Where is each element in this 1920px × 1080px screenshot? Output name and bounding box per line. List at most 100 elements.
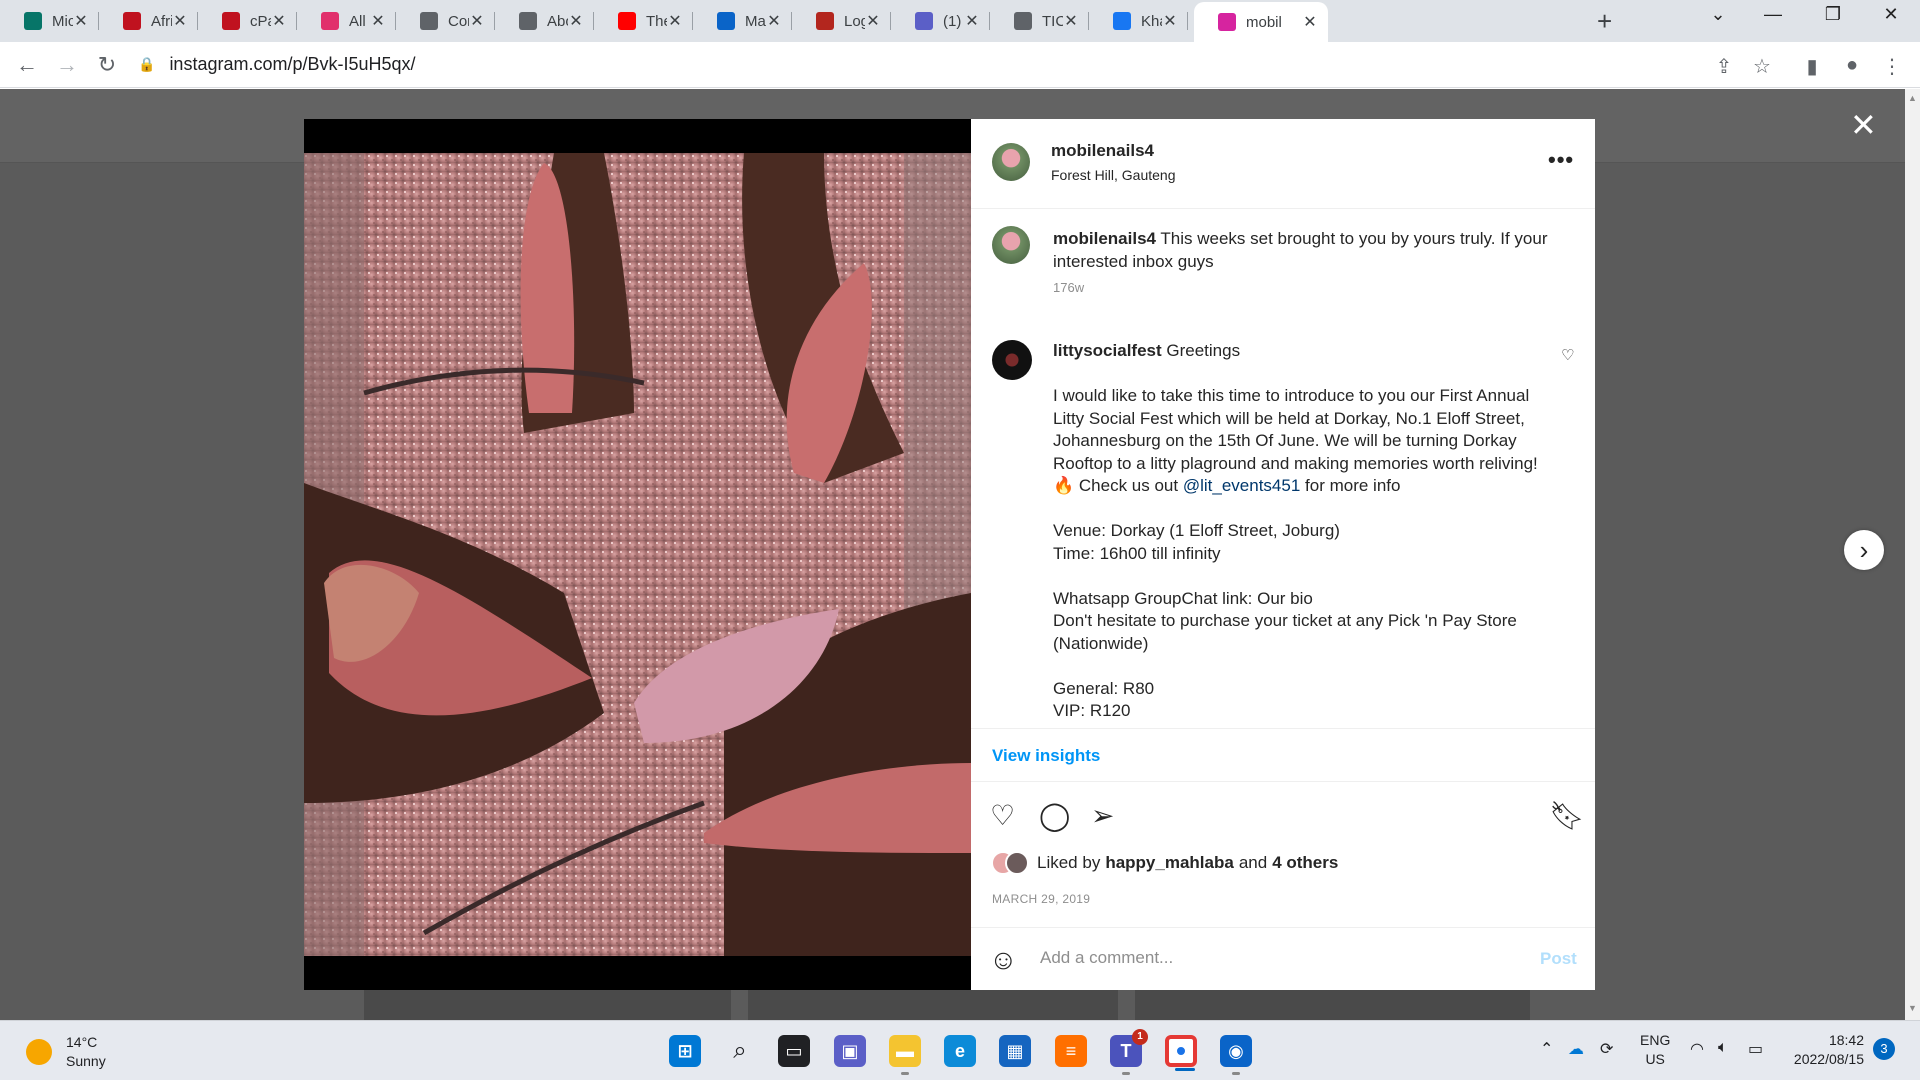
tab-close-icon[interactable]: ✕	[73, 11, 89, 31]
post-comment-button[interactable]: Post	[1540, 949, 1577, 969]
tab-close-icon[interactable]: ✕	[172, 11, 188, 31]
onedrive-icon[interactable]: ☁	[1568, 1039, 1584, 1059]
menu-icon[interactable]: ⋮	[1880, 54, 1904, 79]
tab-close-icon[interactable]: ✕	[271, 11, 287, 31]
comment-username[interactable]: littysocialfest	[1053, 341, 1162, 360]
view-insights-link[interactable]: View insights	[992, 746, 1100, 766]
chat-icon[interactable]: ▣	[834, 1035, 866, 1067]
browser-tab[interactable]: cPanel✕	[198, 4, 297, 38]
browser-tab[interactable]: Mail -✕	[693, 4, 792, 38]
tab-close-icon[interactable]: ✕	[766, 11, 782, 31]
language-indicator[interactable]: ENG US	[1640, 1031, 1670, 1069]
browser-tab[interactable]: About✕	[495, 4, 594, 38]
file-explorer-icon[interactable]: ▬	[889, 1035, 921, 1075]
tab-title: The W	[646, 12, 667, 30]
side-panel-icon[interactable]: ▮	[1800, 54, 1824, 79]
back-button[interactable]: ←	[13, 52, 41, 78]
comments-list[interactable]: mobilenails4 This weeks set brought to y…	[971, 210, 1595, 728]
tab-close-icon[interactable]: ✕	[1162, 11, 1178, 31]
browser-tab[interactable]: Conta✕	[396, 4, 495, 38]
browser-tab[interactable]: Login✕	[792, 4, 891, 38]
avatar[interactable]	[992, 226, 1030, 264]
caption-timestamp[interactable]: 176w	[1053, 280, 1084, 295]
browser-tab[interactable]: All Site✕	[297, 4, 396, 38]
reload-button[interactable]: ↻	[93, 52, 121, 78]
comment-whatsapp: Whatsapp GroupChat link: Our bio	[1053, 588, 1313, 608]
share-icon[interactable]: ➢	[1091, 799, 1114, 832]
comment-venue: Venue: Dorkay (1 Eloff Street, Joburg)	[1053, 521, 1340, 540]
url-text[interactable]: instagram.com/p/Bvk-I5uH5qx/	[169, 54, 415, 75]
comment-mention-link[interactable]: @lit_events451	[1183, 476, 1300, 495]
battery-icon[interactable]: ▭	[1748, 1039, 1763, 1059]
browser-tab[interactable]: mobil ✕	[1194, 2, 1328, 42]
tab-close-icon[interactable]: ✕	[469, 11, 485, 31]
restore-button[interactable]: ❐	[1810, 4, 1856, 25]
tab-close-icon[interactable]: ✕	[370, 11, 386, 31]
scroll-up-icon[interactable]: ▲	[1908, 93, 1917, 103]
more-options-icon[interactable]: •••	[1548, 147, 1574, 173]
caption-username[interactable]: mobilenails4	[1053, 229, 1156, 248]
tab-close-icon[interactable]: ✕	[1302, 12, 1318, 32]
tab-close-icon[interactable]: ✕	[568, 11, 584, 31]
comment-like-icon[interactable]: ♡	[1561, 346, 1574, 364]
tab-close-icon[interactable]: ✕	[1063, 11, 1079, 31]
edge-icon[interactable]: e	[944, 1035, 976, 1067]
liked-by-others[interactable]: 4 others	[1272, 853, 1338, 873]
app-icon[interactable]: ≡	[1055, 1035, 1087, 1067]
browser-tab[interactable]: The W✕	[594, 4, 693, 38]
tab-close-icon[interactable]: ✕	[865, 11, 881, 31]
task-view-icon[interactable]: ▭	[778, 1035, 810, 1067]
wifi-icon[interactable]: ◠	[1690, 1039, 1704, 1059]
profile-icon[interactable]: ●	[1840, 54, 1864, 77]
start-icon[interactable]: ⊞	[669, 1035, 701, 1067]
address-bar[interactable]: 🔒 instagram.com/p/Bvk-I5uH5qx/	[138, 46, 1838, 82]
scrollbar[interactable]: ▲ ▼	[1905, 89, 1920, 1020]
post-location[interactable]: Forest Hill, Gauteng	[1051, 167, 1176, 183]
grid-thumbnail[interactable]	[1135, 989, 1530, 1020]
weather-widget[interactable]: 14°C Sunny	[26, 1033, 106, 1071]
post-date[interactable]: MARCH 29, 2019	[992, 892, 1090, 906]
volume-icon[interactable]: 🔈︎	[1718, 1039, 1728, 1057]
tab-close-icon[interactable]: ✕	[964, 11, 980, 31]
browser-tab[interactable]: TICKE✕	[990, 4, 1089, 38]
show-hidden-icons[interactable]: ⌃	[1540, 1039, 1553, 1059]
close-window-button[interactable]: ✕	[1868, 4, 1914, 25]
chat-app-icon[interactable]: ◉	[1220, 1035, 1252, 1075]
next-post-button[interactable]: ›	[1844, 530, 1884, 570]
store-icon[interactable]: ▦	[999, 1035, 1031, 1067]
tab-search-icon[interactable]: ⌄	[1695, 4, 1741, 25]
chrome-icon[interactable]	[1165, 1035, 1197, 1071]
browser-tab[interactable]: Khany✕	[1089, 4, 1188, 38]
forward-button[interactable]: →	[53, 52, 81, 78]
like-icon[interactable]: ♡	[990, 799, 1015, 832]
search-icon[interactable]: ⌕	[724, 1035, 756, 1067]
bookmark-star-icon[interactable]: ☆	[1750, 54, 1774, 79]
sync-icon[interactable]: ⟳	[1600, 1039, 1613, 1059]
browser-tab[interactable]: Micro✕	[0, 4, 99, 38]
browser-tab[interactable]: Afriho✕	[99, 4, 198, 38]
comment-input[interactable]	[1040, 940, 1510, 976]
avatar[interactable]	[992, 340, 1032, 380]
grid-thumbnail[interactable]	[364, 989, 731, 1020]
teams-icon[interactable]: T 1	[1110, 1029, 1148, 1075]
avatar[interactable]	[992, 143, 1030, 181]
post-media[interactable]	[304, 119, 971, 990]
comment-icon[interactable]: ◯	[1039, 799, 1070, 832]
minimize-button[interactable]: —	[1750, 4, 1796, 25]
system-clock[interactable]: 18:42 2022/08/15	[1788, 1031, 1864, 1069]
weather-temp: 14°C	[66, 1034, 98, 1050]
share-icon[interactable]: ⇪	[1712, 54, 1736, 79]
notification-badge[interactable]: 3	[1873, 1038, 1895, 1060]
close-modal-icon[interactable]: ✕	[1850, 106, 1877, 144]
browser-tab[interactable]: (1) YES✕	[891, 4, 990, 38]
tab-close-icon[interactable]: ✕	[667, 11, 683, 31]
post-username[interactable]: mobilenails4	[1051, 141, 1154, 161]
new-tab-button[interactable]: +	[1597, 6, 1612, 37]
save-bookmark-icon[interactable]: 🔖︎	[1549, 799, 1585, 832]
clock-time: 18:42	[1828, 1032, 1864, 1048]
tab-title: cPanel	[250, 12, 271, 30]
liked-by-user[interactable]: happy_mahlaba	[1105, 853, 1234, 873]
scroll-down-icon[interactable]: ▼	[1908, 1003, 1917, 1013]
emoji-icon[interactable]: ☺	[989, 944, 1018, 976]
grid-thumbnail[interactable]	[748, 989, 1118, 1020]
